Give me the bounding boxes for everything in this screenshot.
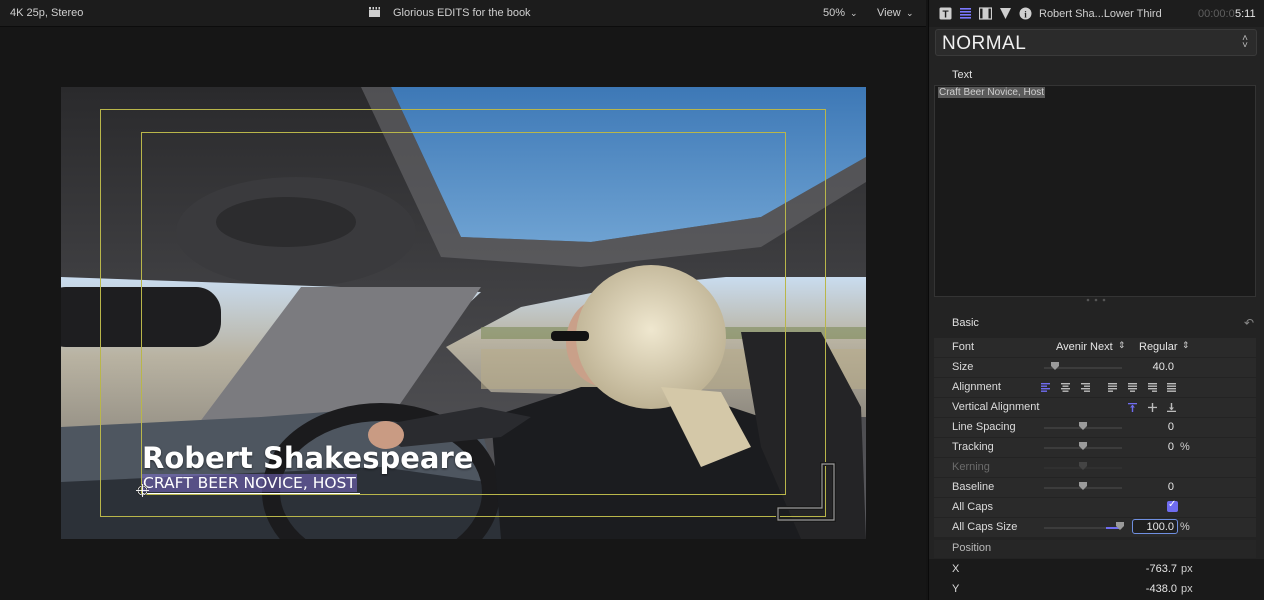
line-spacing-row: Line Spacing 0 xyxy=(934,418,1256,438)
align-bottom-icon[interactable] xyxy=(1167,403,1176,412)
text-inspector-icon[interactable] xyxy=(959,7,972,20)
font-row: Font Avenir Next ⇕ Regular ⇕ xyxy=(934,338,1256,358)
inspector-panel: T i Robert Sha...Lower Third 00:00:0 5:1… xyxy=(928,0,1264,600)
tracking-row: Tracking 0 % xyxy=(934,438,1256,458)
size-value[interactable]: 40.0 xyxy=(1153,361,1174,373)
all-caps-size-slider-knob[interactable] xyxy=(1116,522,1124,530)
tracking-value[interactable]: 0 xyxy=(1168,441,1174,453)
tracking-slider-knob[interactable] xyxy=(1079,442,1087,450)
line-spacing-slider-knob[interactable] xyxy=(1079,422,1087,430)
align-middle-icon[interactable] xyxy=(1148,403,1157,412)
project-title: Glorious EDITS for the book xyxy=(393,7,531,19)
kerning-row: Kerning xyxy=(934,458,1256,478)
all-caps-checkbox[interactable]: ✓ xyxy=(1167,499,1178,512)
text-cursor-underline xyxy=(142,493,360,494)
vertical-alignment-label: Vertical Alignment xyxy=(952,401,1040,413)
baseline-slider-knob[interactable] xyxy=(1079,482,1087,490)
size-label: Size xyxy=(952,361,974,373)
size-slider-knob[interactable] xyxy=(1051,362,1059,370)
justify-full-icon[interactable] xyxy=(1167,383,1176,392)
justify-right-icon[interactable] xyxy=(1148,383,1157,392)
justify-center-icon[interactable] xyxy=(1128,383,1137,392)
align-center-icon[interactable] xyxy=(1061,383,1070,392)
view-menu[interactable]: View xyxy=(877,7,901,19)
color-inspector-icon[interactable] xyxy=(999,7,1012,20)
tracking-label: Tracking xyxy=(952,441,994,453)
zoom-menu[interactable]: 50% xyxy=(823,7,845,19)
inspector-header: T i Robert Sha...Lower Third 00:00:0 5:1… xyxy=(929,0,1264,27)
position-row[interactable]: Position xyxy=(934,540,1256,558)
up-down-chevron-icon[interactable]: ⇕ xyxy=(1182,340,1190,351)
clip-duration: 5:11 xyxy=(1235,8,1256,20)
justify-left-icon[interactable] xyxy=(1108,383,1117,392)
position-y-unit: px xyxy=(1181,583,1193,595)
font-style-popup[interactable]: Regular xyxy=(1139,341,1178,353)
info-icon[interactable]: i xyxy=(1019,7,1032,20)
alignment-row: Alignment xyxy=(934,378,1256,398)
align-top-icon[interactable] xyxy=(1128,403,1137,412)
all-caps-size-label: All Caps Size xyxy=(952,521,1018,533)
title-inspector-icon[interactable]: T xyxy=(939,7,952,20)
all-caps-size-value[interactable]: 100.0 xyxy=(1146,521,1174,533)
baseline-row: Baseline 0 xyxy=(934,478,1256,498)
align-left-icon[interactable] xyxy=(1041,383,1050,392)
baseline-label: Baseline xyxy=(952,481,995,493)
text-field-value[interactable]: Craft Beer Novice, Host xyxy=(938,87,1046,98)
clapperboard-icon xyxy=(369,7,380,17)
font-family-popup[interactable]: Avenir Next xyxy=(1056,341,1113,353)
all-caps-size-row: All Caps Size 100.0 % xyxy=(934,518,1256,538)
position-x-value[interactable]: -763.7 xyxy=(1146,563,1177,575)
position-x-row: X -763.7 px xyxy=(929,559,1264,579)
clip-title: Robert Sha...Lower Third xyxy=(1039,8,1162,20)
chevron-down-icon[interactable]: ⌄ xyxy=(850,8,858,19)
checkmark-icon: ✓ xyxy=(1168,499,1177,510)
video-inspector-icon[interactable] xyxy=(979,7,992,20)
position-label: Position xyxy=(952,542,992,554)
kerning-label: Kerning xyxy=(952,461,990,473)
chevron-down-icon[interactable]: ⌄ xyxy=(906,8,914,19)
position-y-row: Y -438.0 px xyxy=(929,579,1264,600)
resize-handle-icon[interactable] xyxy=(1084,297,1108,303)
viewer-toolbar: 4K 25p, Stereo Glorious EDITS for the bo… xyxy=(0,0,926,27)
reset-icon[interactable]: ↶ xyxy=(1244,316,1254,330)
tracking-unit: % xyxy=(1180,441,1190,453)
preset-label: NORMAL xyxy=(942,33,1027,54)
position-x-unit: px xyxy=(1181,563,1193,575)
text-style-preset-popup[interactable]: NORMAL ˄ ˅ xyxy=(935,29,1257,56)
all-caps-label: All Caps xyxy=(952,501,993,513)
timecode-leading: 00:00:0 xyxy=(1198,8,1235,20)
align-right-icon[interactable] xyxy=(1081,383,1090,392)
basic-section-header[interactable]: Basic ↶ xyxy=(934,312,1260,334)
position-x-label: X xyxy=(952,563,960,575)
size-row: Size 40.0 xyxy=(934,358,1256,378)
transform-corner-handle-icon[interactable] xyxy=(776,462,836,522)
baseline-value[interactable]: 0 xyxy=(1168,481,1174,493)
vertical-alignment-row: Vertical Alignment xyxy=(934,398,1256,418)
line-spacing-value[interactable]: 0 xyxy=(1168,421,1174,433)
up-down-chevron-icon[interactable]: ⇕ xyxy=(1118,340,1126,351)
line-spacing-label: Line Spacing xyxy=(952,421,1016,433)
all-caps-row: All Caps ✓ xyxy=(934,498,1256,518)
font-label: Font xyxy=(952,341,975,353)
anchor-point-icon[interactable] xyxy=(136,484,149,497)
svg-text:T: T xyxy=(942,10,948,21)
all-caps-size-unit: % xyxy=(1180,521,1190,533)
text-section-heading: Text xyxy=(952,69,973,81)
position-y-value[interactable]: -438.0 xyxy=(1146,583,1177,595)
kerning-slider-knob xyxy=(1079,462,1087,470)
format-info: 4K 25p, Stereo xyxy=(10,7,84,19)
lower-third-title[interactable]: Craft Beer Novice, Host xyxy=(142,474,357,492)
lower-third-name[interactable]: Robert Shakespeare xyxy=(142,441,473,475)
basic-section-heading: Basic xyxy=(952,317,979,329)
position-y-label: Y xyxy=(952,583,960,595)
viewer: 4K 25p, Stereo Glorious EDITS for the bo… xyxy=(0,0,926,600)
alignment-label: Alignment xyxy=(952,381,1001,393)
up-down-chevron-icon: ˄ ˅ xyxy=(1242,33,1248,51)
text-field[interactable]: Craft Beer Novice, Host xyxy=(934,85,1256,297)
